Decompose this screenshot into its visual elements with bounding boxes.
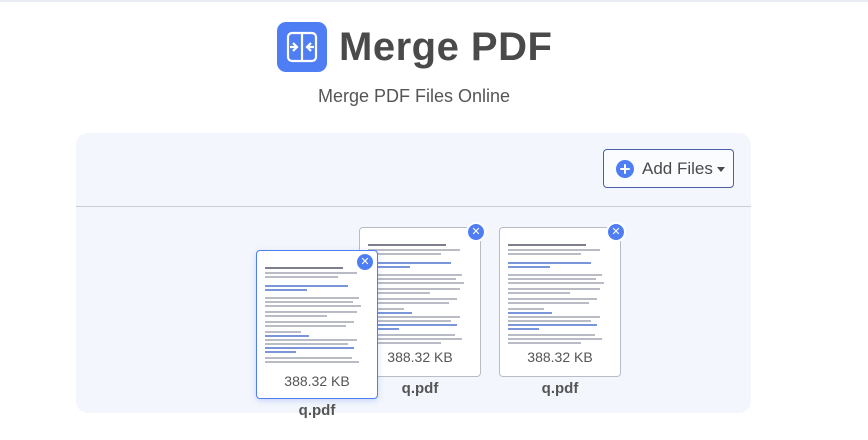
top-border [0,0,868,2]
file-size: 388.32 KB [387,349,453,365]
close-icon[interactable]: ✕ [466,222,486,242]
file-name: q.pdf [541,380,579,397]
caret-down-icon[interactable] [716,167,725,172]
close-icon[interactable]: ✕ [606,222,626,242]
pdf-page-thumbnail [368,236,472,346]
merge-arrows-icon [277,22,327,72]
brand: Merge PDF [277,22,552,72]
file-size: 388.32 KB [527,349,593,365]
file-size: 388.32 KB [284,373,350,389]
panel-divider [76,206,751,207]
file-card[interactable]: 388.32 KB ✕ [499,222,626,377]
pdf-page-thumbnail [508,236,612,346]
file-card-dragging[interactable]: 388.32 KB ✕ [256,250,378,399]
file-name: q.pdf [298,402,336,419]
close-icon[interactable]: ✕ [355,252,375,272]
add-files-button[interactable]: Add Files [603,149,734,188]
page-title: Merge PDF [339,25,553,69]
add-files-label: Add Files [642,158,713,178]
page-subtitle: Merge PDF Files Online [317,86,511,106]
plus-circle-icon [616,159,634,178]
pdf-page-thumbnail [265,259,369,369]
